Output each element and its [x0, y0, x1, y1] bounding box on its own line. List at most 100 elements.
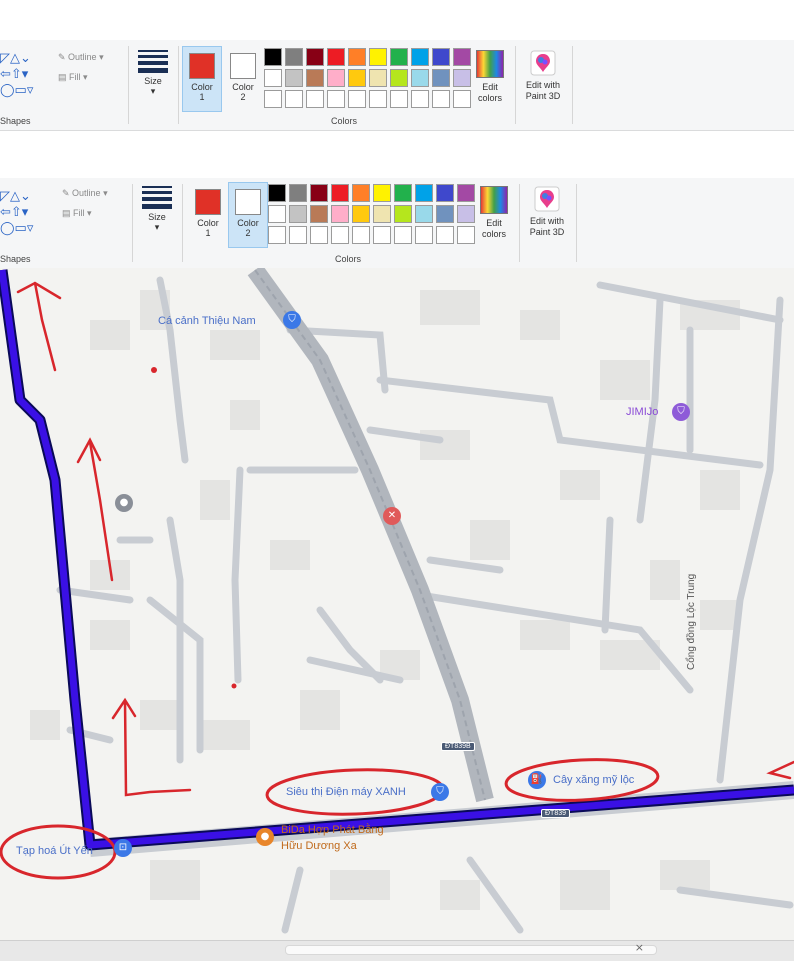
- gas-station-icon[interactable]: ⛽: [528, 771, 546, 789]
- palette-swatch[interactable]: [373, 226, 391, 244]
- palette-swatch[interactable]: [310, 205, 328, 223]
- palette-swatch[interactable]: [411, 90, 429, 108]
- palette-swatch[interactable]: [352, 205, 370, 223]
- color2-button[interactable]: Color 2: [228, 182, 268, 248]
- shopping-bag-icon[interactable]: ⛉: [431, 783, 449, 801]
- palette-swatch[interactable]: [352, 184, 370, 202]
- palette-swatch[interactable]: [432, 48, 450, 66]
- palette-swatch[interactable]: [327, 69, 345, 87]
- map-canvas[interactable]: Cá cảnh Thiệu Nam ⛉ JIMIJo ⛉ ✕ ● Siêu th…: [0, 268, 794, 940]
- fill-icon: ▤: [62, 208, 74, 218]
- outline-dropdown[interactable]: ✎ Outline ▾: [58, 52, 104, 63]
- palette-swatch[interactable]: [289, 205, 307, 223]
- palette-swatch[interactable]: [348, 48, 366, 66]
- palette-swatch[interactable]: [264, 48, 282, 66]
- shopping-bag-icon[interactable]: ⛉: [283, 311, 301, 329]
- separator: [515, 46, 516, 124]
- place-label-huu-duong[interactable]: Hữu Dương Xa: [281, 840, 357, 852]
- red-dot: [151, 367, 157, 373]
- edit-colors-button[interactable]: Edit colors: [471, 186, 517, 240]
- palette-swatch[interactable]: [327, 90, 345, 108]
- palette-swatch[interactable]: [264, 90, 282, 108]
- palette-swatch[interactable]: [348, 69, 366, 87]
- palette-swatch[interactable]: [394, 184, 412, 202]
- palette-swatch[interactable]: [369, 90, 387, 108]
- edit-with-paint3d-button[interactable]: Edit with Paint 3D: [524, 186, 570, 238]
- shapes-gallery[interactable]: ◸△⌄ ⇦⇧▾ ◯▭▿: [0, 188, 48, 236]
- palette-swatch[interactable]: [264, 69, 282, 87]
- palette-swatch[interactable]: [390, 48, 408, 66]
- restaurant-icon[interactable]: ✕: [383, 507, 401, 525]
- horizontal-scrollbar[interactable]: [285, 945, 657, 955]
- shopping-cart-icon[interactable]: ⊡: [114, 839, 132, 857]
- palette-swatch[interactable]: [289, 184, 307, 202]
- place-label-cay-xang[interactable]: Cây xăng mỹ lộc: [553, 774, 634, 786]
- palette-swatch[interactable]: [289, 226, 307, 244]
- palette-swatch[interactable]: [411, 69, 429, 87]
- palette-swatch[interactable]: [331, 226, 349, 244]
- palette-swatch[interactable]: [369, 69, 387, 87]
- place-label-jimijo[interactable]: JIMIJo: [626, 406, 658, 418]
- palette-swatch[interactable]: [268, 205, 286, 223]
- palette-swatch[interactable]: [331, 205, 349, 223]
- color1-number: 1: [199, 92, 205, 102]
- edit-colors-button[interactable]: Edit colors: [467, 50, 513, 104]
- palette-swatch[interactable]: [432, 90, 450, 108]
- size-button[interactable]: Size ▾: [133, 50, 173, 110]
- palette-swatch[interactable]: [373, 205, 391, 223]
- palette-swatch[interactable]: [285, 69, 303, 87]
- palette-swatch[interactable]: [285, 48, 303, 66]
- paint3d-label: Edit with: [525, 80, 560, 90]
- color-palette: [264, 48, 471, 108]
- fill-dropdown[interactable]: ▤ Fill ▾: [58, 72, 88, 83]
- color1-button[interactable]: Color 1: [182, 46, 222, 112]
- shopping-bag-icon[interactable]: ⛉: [672, 403, 690, 421]
- palette-swatch[interactable]: [352, 226, 370, 244]
- palette-swatch[interactable]: [394, 226, 412, 244]
- shapes-gallery[interactable]: ◸△⌄ ⇦⇧▾ ◯▭▿: [0, 50, 48, 98]
- edit-with-paint3d-button[interactable]: Edit with Paint 3D: [520, 50, 566, 102]
- palette-swatch[interactable]: [415, 226, 433, 244]
- close-icon[interactable]: ×: [635, 941, 644, 954]
- palette-swatch[interactable]: [268, 184, 286, 202]
- paint3d-icon: [534, 186, 560, 212]
- palette-swatch[interactable]: [394, 205, 412, 223]
- palette-swatch[interactable]: [415, 184, 433, 202]
- palette-swatch[interactable]: [331, 184, 349, 202]
- place-label-tap-hoa[interactable]: Tạp hoá Út Yến: [16, 845, 93, 857]
- palette-swatch[interactable]: [436, 226, 454, 244]
- place-label-ca-canh[interactable]: Cá cảnh Thiệu Nam: [158, 315, 256, 327]
- palette-swatch[interactable]: [268, 226, 286, 244]
- fill-dropdown[interactable]: ▤ Fill ▾: [62, 208, 92, 219]
- color1-button[interactable]: Color 1: [188, 182, 228, 248]
- palette-swatch[interactable]: [306, 48, 324, 66]
- palette-swatch[interactable]: [436, 205, 454, 223]
- size-button[interactable]: Size ▾: [137, 186, 177, 246]
- outline-label: Outline: [72, 188, 101, 198]
- palette-swatch[interactable]: [373, 184, 391, 202]
- palette-swatch[interactable]: [285, 90, 303, 108]
- palette-swatch[interactable]: [390, 69, 408, 87]
- palette-swatch[interactable]: [310, 226, 328, 244]
- pool-icon[interactable]: ●: [256, 828, 274, 846]
- color1-label: Color: [197, 218, 219, 228]
- fill-label: Fill: [73, 208, 85, 218]
- outline-dropdown[interactable]: ✎ Outline ▾: [62, 188, 108, 199]
- palette-swatch[interactable]: [369, 48, 387, 66]
- color2-button[interactable]: Color 2: [223, 46, 263, 112]
- palette-swatch[interactable]: [390, 90, 408, 108]
- palette-swatch[interactable]: [436, 184, 454, 202]
- palette-swatch[interactable]: [306, 69, 324, 87]
- arrow-up-1: [16, 281, 62, 372]
- palette-swatch[interactable]: [348, 90, 366, 108]
- location-pin-icon[interactable]: ●: [115, 494, 133, 512]
- palette-swatch[interactable]: [415, 205, 433, 223]
- place-label-bida[interactable]: BiDa Hợp Phát Bằng: [281, 824, 384, 836]
- palette-swatch[interactable]: [306, 90, 324, 108]
- palette-swatch[interactable]: [310, 184, 328, 202]
- palette-swatch[interactable]: [327, 48, 345, 66]
- shapes-gallery-icon: ◸△⌄ ⇦⇧▾ ◯▭▿: [0, 50, 34, 97]
- palette-swatch[interactable]: [411, 48, 429, 66]
- palette-swatch[interactable]: [432, 69, 450, 87]
- place-label-sieu-thi[interactable]: Siêu thị Điện máy XANH: [286, 786, 406, 798]
